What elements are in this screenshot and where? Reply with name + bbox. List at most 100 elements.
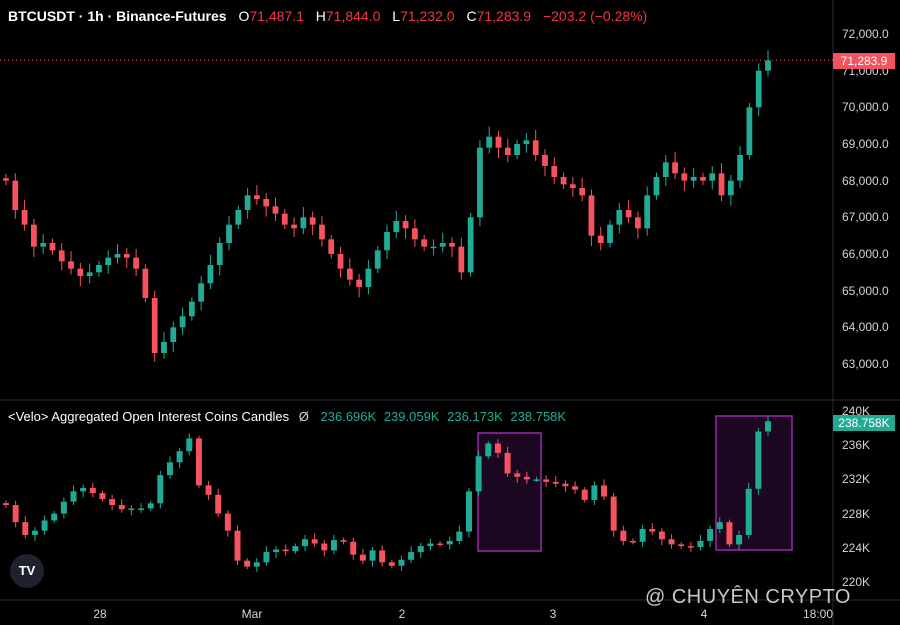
price-candle-body [709,173,716,181]
price-candle-body [727,180,734,196]
oi-candle-body [562,483,569,487]
price-candle-body [449,243,455,247]
oi-candle-body [765,421,771,432]
time-tick-label: 4 [700,607,708,621]
price-candle-body [281,213,288,225]
price-candle-body [300,217,307,229]
price-candle-body [12,180,19,210]
price-candle-body [597,235,604,243]
price-candle-body [244,195,251,210]
price-candle-body [319,224,325,240]
price-candle-body [616,210,623,225]
high-label: H [315,8,326,24]
oi-candle-body [109,499,116,506]
price-candle-body [467,217,474,273]
oi-candle-body [379,550,386,563]
price-candle-body [625,210,632,218]
oi-candle-body [22,522,29,535]
oi-candle-body [340,540,347,542]
oi-candle-body [475,456,482,492]
oi-candle-body [89,487,96,494]
price-candle-body [114,254,121,258]
time-tick-label: Mar [241,607,263,621]
oi-candle-body [523,476,530,480]
oi-candle-body [244,560,251,567]
oi-candle-body [494,443,501,453]
price-candle-body [662,162,669,177]
oi-candle-body [649,528,656,532]
chart-canvas[interactable] [0,0,900,625]
price-candle-body [532,140,539,155]
price-tick-label: 64,000.0 [842,320,889,335]
oi-tick-label: 236K [842,438,871,453]
price-candle-body [523,140,530,144]
price-tick-label: 69,000.0 [842,137,889,151]
price-candle-body [486,136,493,148]
price-candle-body [68,261,74,269]
oi-candle-body [186,438,193,452]
oi-candle-body [736,534,743,545]
oi-candle-body [388,562,395,566]
price-candle-body [374,250,381,269]
price-tick-label: 65,000.0 [842,283,889,298]
price-candle-body [328,239,335,254]
price-candle-body [393,221,400,232]
price-candle-body [560,177,567,185]
price-candle-body [458,246,465,273]
last-price-badge: 71,283.9 [833,53,895,69]
price-candle-body [86,272,93,276]
oi-candle-body [292,546,299,552]
price-tick-label: 72,000.0 [842,27,889,41]
price-candles [3,50,771,362]
oi-candle-body [745,488,752,535]
oi-candle-body [12,505,19,523]
symbol-title[interactable]: BTCUSDT · 1h · Binance-Futures [8,8,227,24]
oi-candle-body [41,520,48,531]
oi-candle-body [707,528,714,541]
price-candle-body [309,217,316,225]
oi-candle-body [533,479,540,481]
price-candle-body [504,147,511,155]
price-candle-body [21,210,28,225]
price-candle-body [161,342,167,353]
price-candle-body [430,246,437,249]
time-tick-label: 18:00 [802,607,834,621]
oi-candle-body [234,530,241,561]
oi-candle-body [446,540,453,545]
oi-candle-body [369,550,376,561]
oi-title[interactable]: <Velo> Aggregated Open Interest Coins Ca… [8,409,289,424]
oi-candle-body [514,473,521,477]
price-candle-body [226,224,232,243]
oi-candle-body [282,549,289,552]
oi-candle-body [504,452,511,474]
price-candle-body [411,228,418,240]
oi-tick-label: 232K [842,472,871,487]
oi-candle-body [60,501,67,514]
oi-value-4: 238.758K [510,409,567,424]
price-candle-body [439,243,446,247]
price-candle-body [672,162,678,174]
oi-candle-body [70,491,77,502]
price-candle-body [569,184,576,188]
oi-value-3: 236.173K [447,409,503,424]
price-candle-body [151,298,158,353]
low-value: 71,232.0 [400,8,455,24]
price-candle-body [755,70,762,108]
oi-candle-body [552,481,559,484]
oi-candle-body [581,489,588,500]
oi-tick-label: 228K [842,506,871,521]
tradingview-logo-icon[interactable]: TV [10,554,44,588]
close-value: 71,283.9 [476,8,532,24]
price-candle-body [198,283,205,302]
price-candle-body [254,195,260,199]
oi-candle-body [157,475,164,504]
oi-candle-body [273,549,280,553]
oi-candle-body [253,562,260,567]
price-candle-body [700,177,706,181]
oi-candle-body [311,539,318,544]
price-candle-body [49,243,56,251]
price-candle-body [607,224,613,243]
price-candle-body [346,268,353,280]
price-candle-body [216,243,223,265]
price-candle-body [681,173,688,181]
